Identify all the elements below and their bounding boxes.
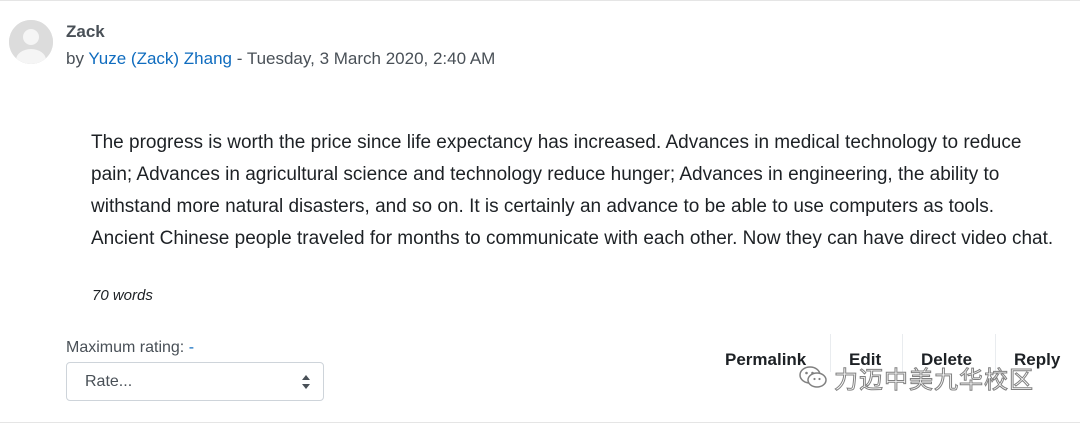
select-arrows-icon	[302, 375, 310, 389]
watermark-text: 力迈中美九华校区	[834, 365, 1034, 394]
byline-prefix: by	[66, 49, 89, 68]
rate-select-value: Rate...	[85, 373, 133, 390]
rate-select[interactable]: Rate...	[66, 362, 324, 401]
avatar[interactable]	[9, 20, 53, 64]
author-link[interactable]: Yuze (Zack) Zhang	[88, 49, 232, 68]
byline-separator: -	[232, 49, 247, 68]
maximum-rating-value: -	[188, 339, 195, 356]
post-byline: by Yuze (Zack) Zhang - Tuesday, 3 March …	[66, 49, 495, 69]
user-avatar-icon	[9, 20, 53, 64]
wechat-icon	[799, 366, 827, 388]
rating-label-text: Maximum rating:	[66, 339, 189, 356]
maximum-rating-label: Maximum rating: -	[66, 339, 194, 357]
forum-post: Zack by Yuze (Zack) Zhang - Tuesday, 3 M…	[0, 0, 1080, 423]
post-date: Tuesday, 3 March 2020, 2:40 AM	[246, 49, 496, 68]
word-count: 70 words	[92, 287, 153, 304]
permalink-link[interactable]: Permalink	[725, 350, 806, 370]
post-content: The progress is worth the price since li…	[91, 132, 1054, 249]
post-subject: Zack	[66, 22, 105, 41]
watermark: 力迈中美九华校区	[798, 359, 1034, 395]
